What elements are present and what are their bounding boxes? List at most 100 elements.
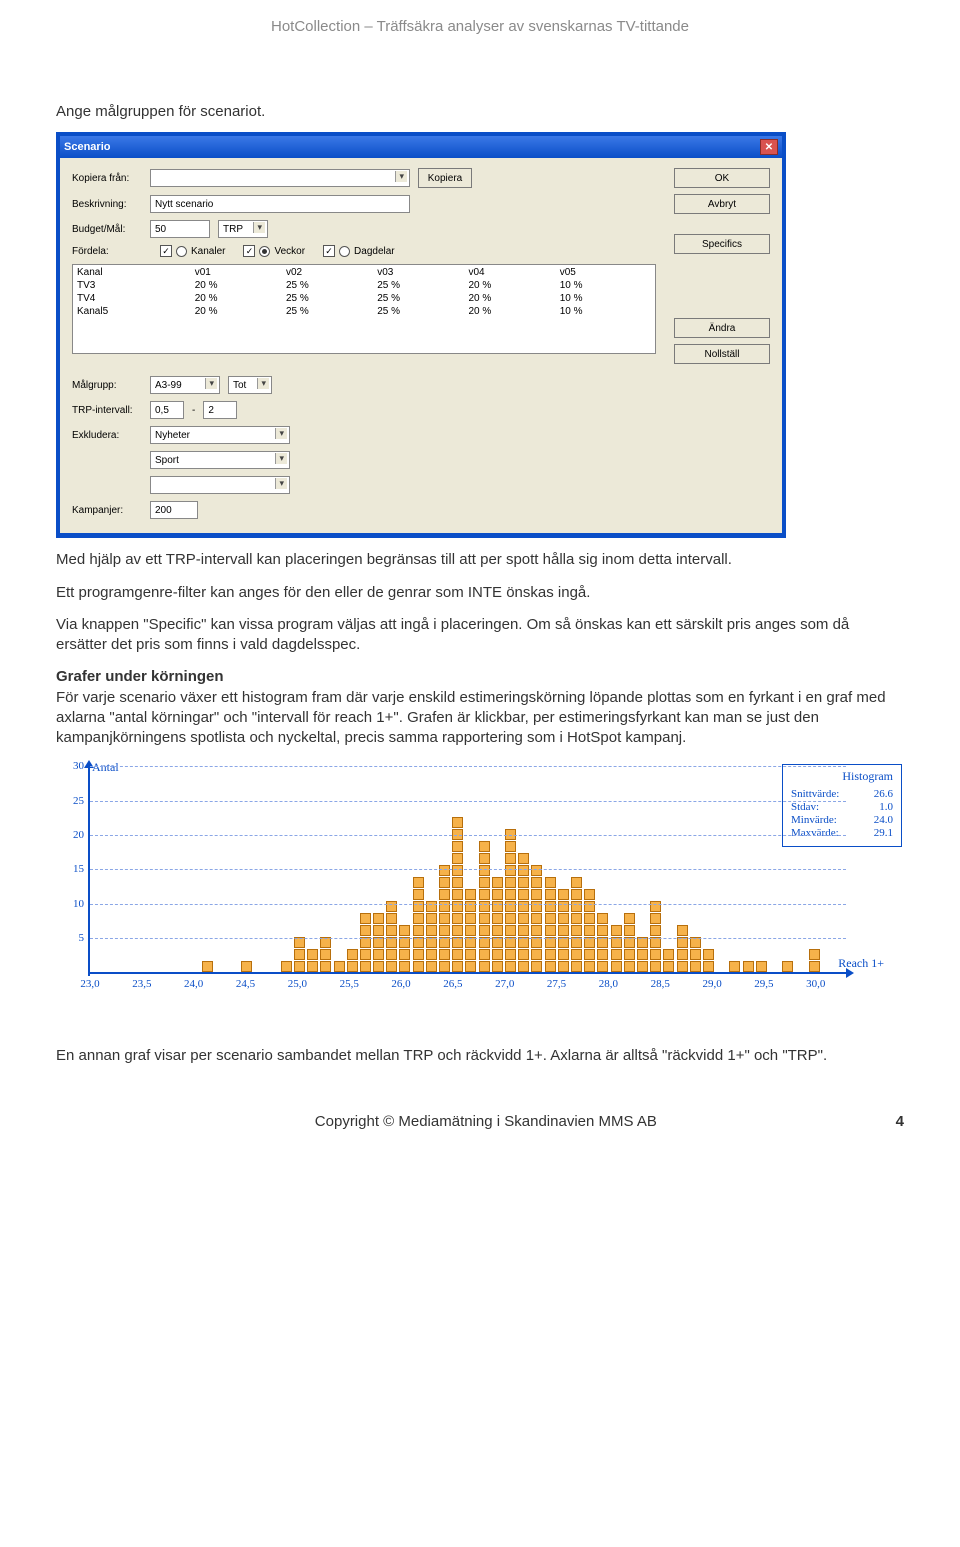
histogram-cube [624, 913, 635, 924]
exkludera-dropdown-1[interactable]: Nyheter [150, 426, 290, 444]
histogram-bar[interactable] [782, 960, 793, 972]
x-tick: 28,5 [640, 978, 680, 990]
histogram-bar[interactable] [360, 912, 371, 972]
histogram-bar[interactable] [465, 888, 476, 972]
y-tick: 5 [62, 932, 84, 944]
paragraph-2: Med hjälp av ett TRP-intervall kan place… [56, 550, 904, 570]
histogram-bar[interactable] [663, 948, 674, 972]
allocation-grid[interactable]: Kanalv01v02v03v04v05TV320 %25 %25 %20 %1… [72, 264, 656, 354]
trp-dash: - [192, 405, 195, 416]
gridline [90, 938, 846, 939]
histogram-bar[interactable] [373, 912, 384, 972]
budget-unit-dropdown[interactable]: TRP [218, 220, 268, 238]
histogram-bar[interactable] [492, 876, 503, 972]
histogram-cube [307, 961, 318, 972]
histogram-bar[interactable] [241, 960, 252, 972]
exkludera-dropdown-2[interactable]: Sport [150, 451, 290, 469]
histogram-bar[interactable] [452, 816, 463, 972]
kopiera-button[interactable]: Kopiera [418, 168, 472, 188]
histogram-bar[interactable] [505, 828, 516, 972]
histogram-cube [373, 913, 384, 924]
budget-input[interactable]: 50 [150, 220, 210, 238]
malgrupp-scope-dropdown[interactable]: Tot [228, 376, 272, 394]
histogram-cube [505, 877, 516, 888]
histogram-bar[interactable] [413, 876, 424, 972]
histogram-bar[interactable] [531, 864, 542, 972]
histogram-cube [413, 925, 424, 936]
histogram-bar[interactable] [637, 936, 648, 972]
histogram-cube [505, 853, 516, 864]
histogram-cube [663, 949, 674, 960]
histogram-bar[interactable] [202, 960, 213, 972]
veckor-option[interactable]: ✓ Veckor [243, 245, 305, 257]
histogram-bar[interactable] [703, 948, 714, 972]
andra-button[interactable]: Ändra [674, 318, 770, 338]
histogram-cube [426, 925, 437, 936]
histogram-bar[interactable] [439, 864, 450, 972]
kopiera-dropdown[interactable] [150, 169, 410, 187]
histogram-cube [413, 949, 424, 960]
paragraph-3: Ett programgenre-filter kan anges för de… [56, 583, 904, 603]
histogram-bar[interactable] [399, 924, 410, 972]
histogram-bar[interactable] [743, 960, 754, 972]
histogram-cube [320, 961, 331, 972]
histogram-bar[interactable] [307, 948, 318, 972]
malgrupp-dropdown[interactable]: A3-99 [150, 376, 220, 394]
histogram-bar[interactable] [334, 960, 345, 972]
x-tick: 29,5 [744, 978, 784, 990]
histogram-bar[interactable] [294, 936, 305, 972]
label-budget: Budget/Mål: [72, 224, 142, 235]
histogram-bar[interactable] [571, 876, 582, 972]
histogram-bar[interactable] [281, 960, 292, 972]
histogram-bar[interactable] [558, 888, 569, 972]
histogram-bar[interactable] [320, 936, 331, 972]
avbryt-button[interactable]: Avbryt [674, 194, 770, 214]
histogram-cube [399, 925, 410, 936]
histogram-cube [545, 889, 556, 900]
histogram-bar[interactable] [624, 912, 635, 972]
histogram-bar[interactable] [597, 912, 608, 972]
specifics-button[interactable]: Specifics [674, 234, 770, 254]
histogram-cube [571, 961, 582, 972]
histogram-bar[interactable] [584, 888, 595, 972]
histogram-cube [492, 949, 503, 960]
trp-hi-input[interactable]: 2 [203, 401, 237, 419]
histogram-bar[interactable] [545, 876, 556, 972]
histogram-cube [452, 877, 463, 888]
histogram-chart[interactable]: Antal Reach 1+ Histogram Snittvärde:26.6… [56, 758, 906, 1004]
kanaler-label: Kanaler [191, 246, 225, 257]
exkludera-dropdown-3[interactable] [150, 476, 290, 494]
histogram-bar[interactable] [690, 936, 701, 972]
dagdelar-option[interactable]: ✓ Dagdelar [323, 245, 395, 257]
histogram-bar[interactable] [347, 948, 358, 972]
ok-button[interactable]: OK [674, 168, 770, 188]
histogram-cube [294, 961, 305, 972]
histogram-bar[interactable] [518, 852, 529, 972]
histogram-bar[interactable] [809, 948, 820, 972]
histogram-cube [677, 961, 688, 972]
histogram-bar[interactable] [426, 900, 437, 972]
close-icon[interactable]: ✕ [760, 139, 778, 155]
histogram-cube [452, 913, 463, 924]
histogram-bar[interactable] [611, 924, 622, 972]
histogram-bar[interactable] [386, 900, 397, 972]
histogram-cube [545, 925, 556, 936]
histogram-bar[interactable] [729, 960, 740, 972]
histogram-bar[interactable] [650, 900, 661, 972]
histogram-cube [479, 889, 490, 900]
x-tick: 30,0 [796, 978, 836, 990]
x-tick: 29,0 [692, 978, 732, 990]
histogram-cube [584, 925, 595, 936]
histogram-bar[interactable] [756, 960, 767, 972]
kanaler-option[interactable]: ✓ Kanaler [160, 245, 225, 257]
beskrivning-input[interactable]: Nytt scenario [150, 195, 410, 213]
histogram-cube [571, 949, 582, 960]
histogram-cube [439, 949, 450, 960]
nollstall-button[interactable]: Nollställ [674, 344, 770, 364]
kampanjer-input[interactable]: 200 [150, 501, 198, 519]
histogram-bar[interactable] [677, 924, 688, 972]
histogram-cube [373, 925, 384, 936]
trp-lo-input[interactable]: 0,5 [150, 401, 184, 419]
histogram-cube [729, 961, 740, 972]
histogram-bar[interactable] [479, 840, 490, 972]
